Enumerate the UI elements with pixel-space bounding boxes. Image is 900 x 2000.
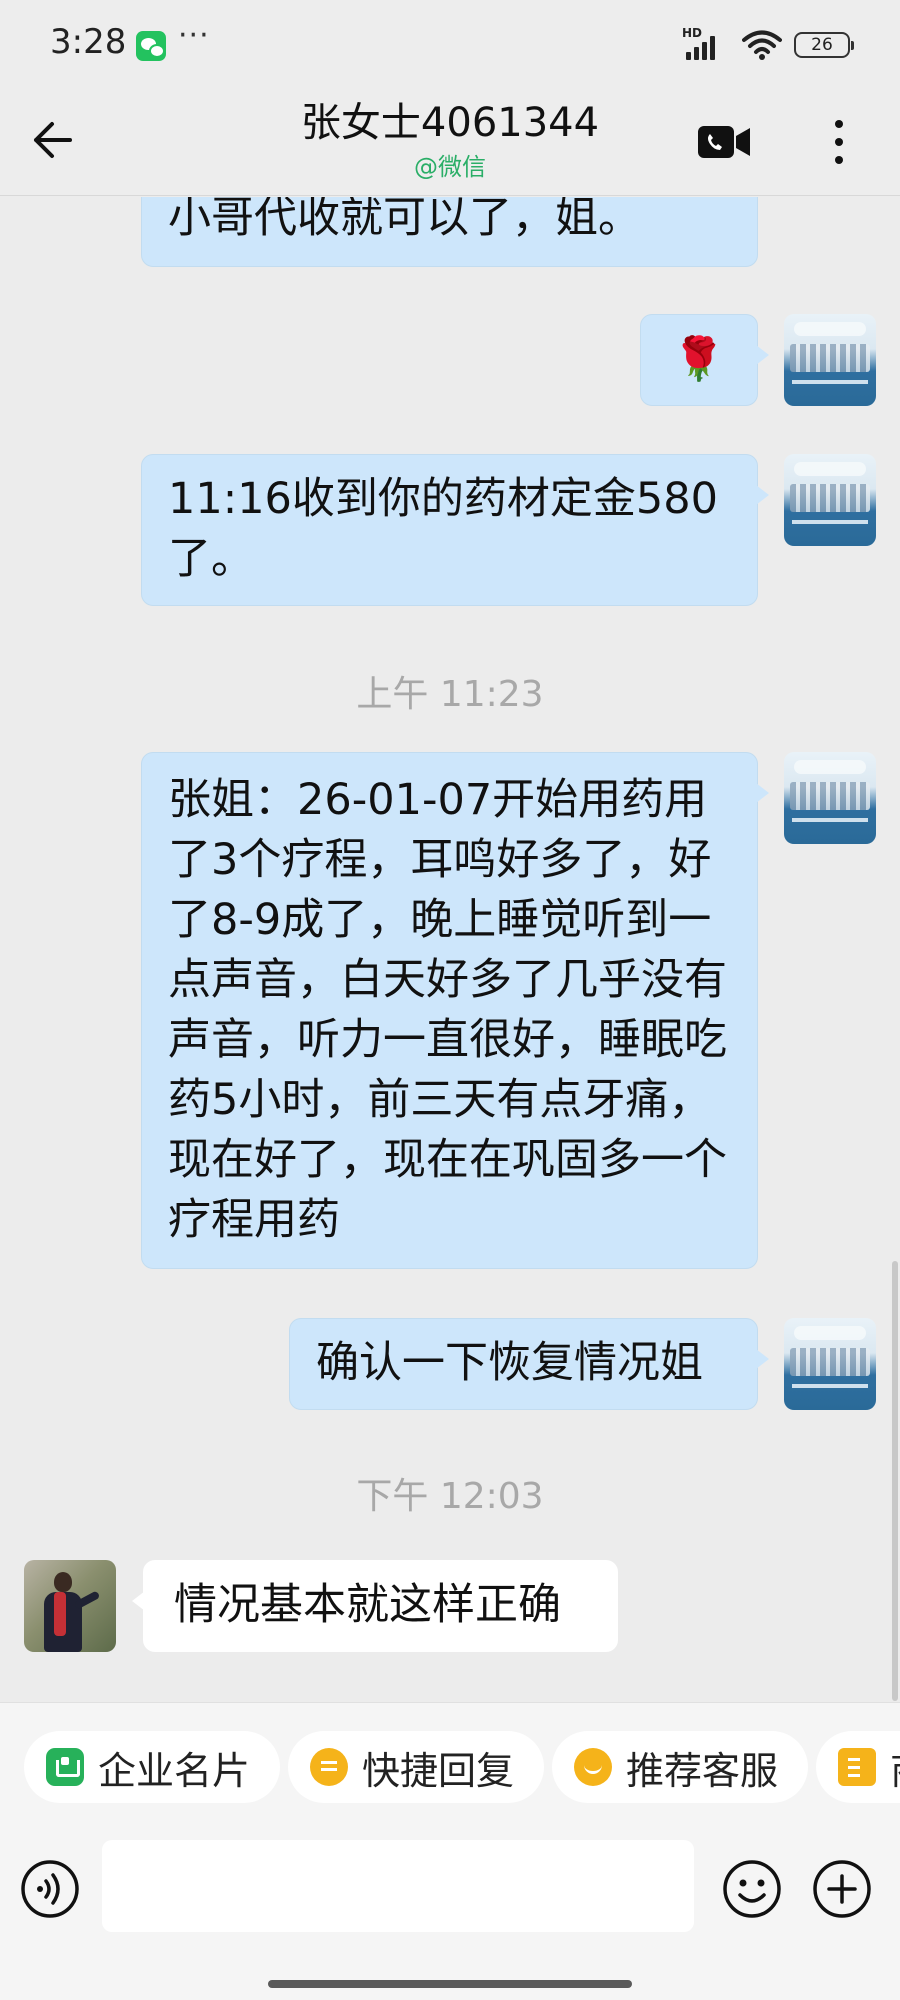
message-bubble-outgoing[interactable]: 小哥代收就可以了，姐。 bbox=[141, 197, 758, 267]
rose-emoji: 🌹 bbox=[672, 334, 726, 383]
quick-reply-button[interactable]: 快捷回复 bbox=[288, 1731, 545, 1803]
chat-header: 张女士4061344 @微信 bbox=[0, 90, 900, 196]
my-avatar[interactable] bbox=[784, 1318, 876, 1410]
customer-service-icon bbox=[574, 1748, 612, 1786]
voice-input-icon[interactable] bbox=[20, 1859, 80, 1919]
battery-icon: 26 bbox=[794, 32, 854, 58]
business-card-label: 企业名片 bbox=[98, 1748, 251, 1793]
message-text: 情况基本就这样正确 bbox=[174, 1580, 561, 1630]
recommend-service-button[interactable]: 推荐客服 bbox=[552, 1731, 809, 1803]
message-bubble-outgoing[interactable]: 确认一下恢复情况姐 bbox=[289, 1318, 769, 1410]
chat-source-label: @微信 bbox=[414, 153, 486, 181]
message-text: 小哥代收就可以了，姐。 bbox=[168, 197, 641, 243]
contact-avatar[interactable] bbox=[24, 1560, 116, 1652]
status-bar: 3:28 ··· HD 26 bbox=[0, 0, 900, 90]
quick-reply-label: 快捷回复 bbox=[362, 1748, 515, 1793]
home-indicator[interactable] bbox=[268, 1980, 632, 1988]
chat-message-list[interactable]: 小哥代收就可以了，姐。 🌹 11:16收到你的药材定金580了。 上午 11:2… bbox=[0, 197, 900, 1702]
recommend-service-label: 推荐客服 bbox=[626, 1748, 779, 1793]
message-bubble-incoming[interactable]: 情况基本就这样正确 bbox=[132, 1560, 618, 1652]
back-arrow-icon[interactable] bbox=[26, 112, 82, 168]
message-bubble-outgoing[interactable]: 张姐：26-01-07开始用药用了3个疗程，耳鸣好多了，好了8-9成了，晚上睡觉… bbox=[141, 752, 769, 1269]
wechat-notification-icon bbox=[136, 31, 166, 61]
my-avatar[interactable] bbox=[784, 314, 876, 406]
my-avatar[interactable] bbox=[784, 752, 876, 844]
more-functions-plus-icon[interactable] bbox=[812, 1859, 872, 1919]
business-card-button[interactable]: 企业名片 bbox=[24, 1731, 281, 1803]
more-notifications-indicator: ··· bbox=[178, 18, 210, 53]
emoji-icon[interactable] bbox=[722, 1859, 782, 1919]
my-avatar[interactable] bbox=[784, 454, 876, 546]
message-text-input[interactable] bbox=[102, 1840, 694, 1932]
message-timestamp: 下午 12:03 bbox=[356, 1476, 544, 1517]
chat-title: 张女士4061344 bbox=[300, 100, 600, 146]
business-card-icon bbox=[46, 1748, 84, 1786]
shop-icon bbox=[838, 1748, 876, 1786]
message-timestamp: 上午 11:23 bbox=[356, 674, 544, 715]
more-options-icon[interactable] bbox=[818, 114, 860, 170]
message-input-bar bbox=[0, 1834, 900, 2000]
shop-label: 商 bbox=[890, 1740, 900, 1795]
message-text: 11:16收到你的药材定金580了。 bbox=[168, 474, 718, 584]
message-text: 确认一下恢复情况姐 bbox=[316, 1338, 703, 1388]
chat-title-block[interactable]: 张女士4061344 @微信 bbox=[200, 94, 700, 182]
wifi-icon bbox=[742, 30, 782, 60]
video-call-icon[interactable] bbox=[696, 122, 752, 162]
cellular-signal-icon: HD bbox=[682, 26, 730, 62]
status-time: 3:28 bbox=[50, 22, 127, 62]
message-bubble-outgoing[interactable]: 🌹 bbox=[640, 314, 769, 406]
quick-action-bar[interactable]: 企业名片 快捷回复 推荐客服 商 bbox=[0, 1702, 900, 1834]
shop-button[interactable]: 商 bbox=[816, 1731, 900, 1803]
message-bubble-outgoing[interactable]: 11:16收到你的药材定金580了。 bbox=[141, 454, 769, 606]
chat-scrollbar[interactable] bbox=[892, 1261, 898, 1701]
quick-reply-icon bbox=[310, 1748, 348, 1786]
message-text: 张姐：26-01-07开始用药用了3个疗程，耳鸣好多了，好了8-9成了，晚上睡觉… bbox=[168, 775, 727, 1245]
